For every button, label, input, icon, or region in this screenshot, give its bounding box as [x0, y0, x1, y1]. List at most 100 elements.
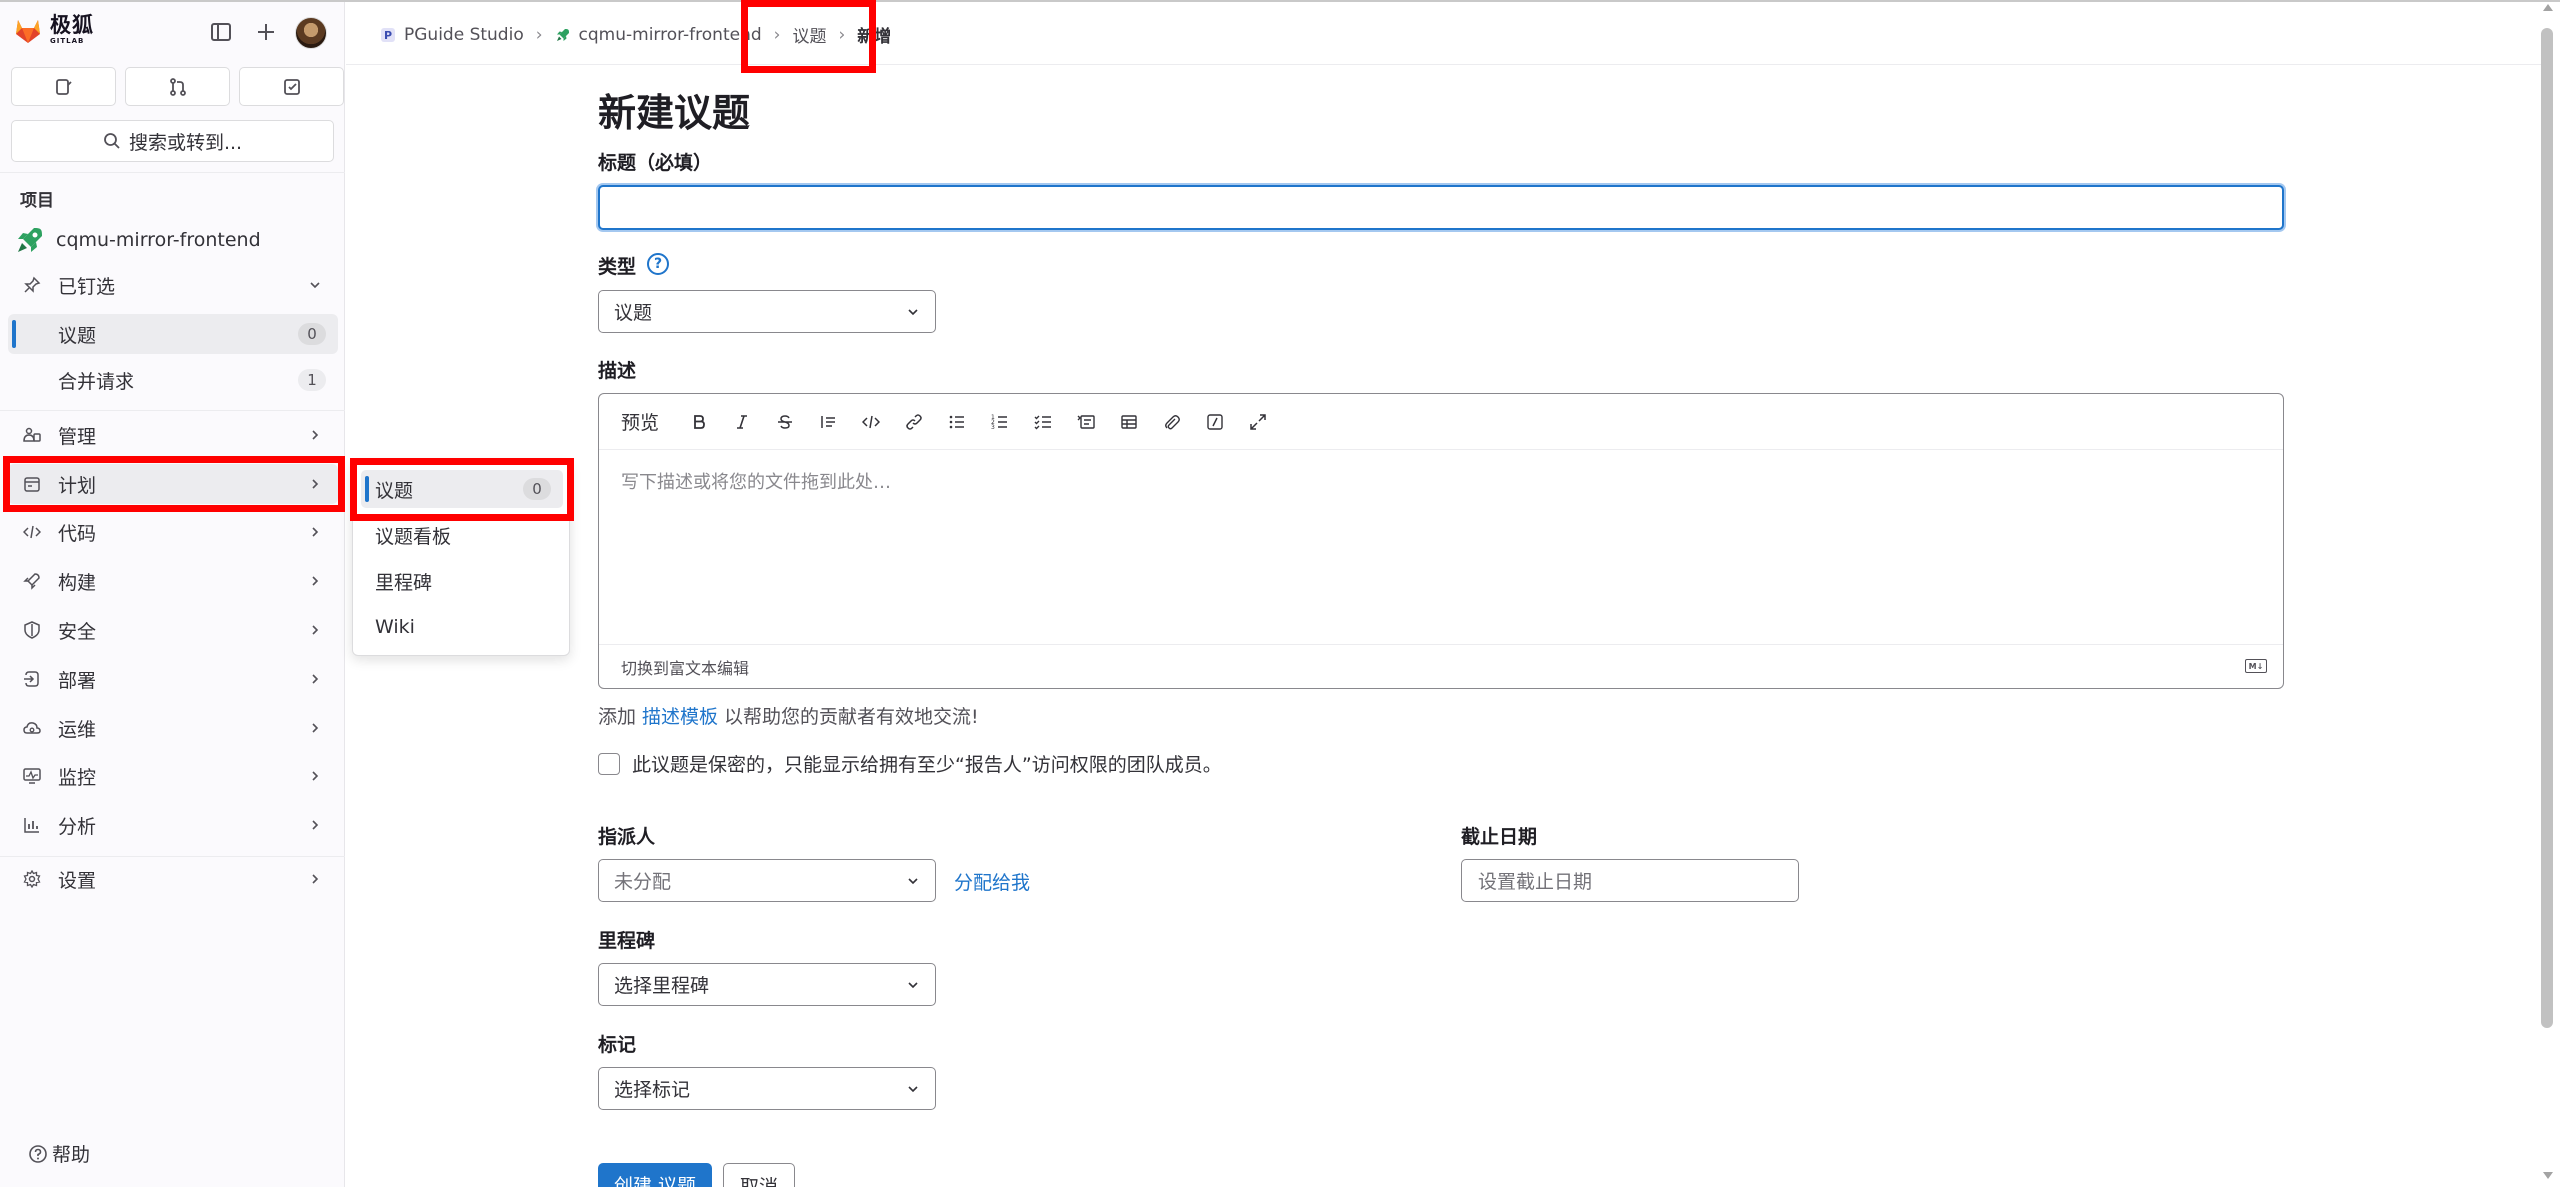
sidebar-item-label: 监控	[58, 766, 97, 789]
sidebar-pinned-label: 已钉选	[58, 275, 116, 298]
collapsible-section-icon[interactable]	[1064, 407, 1107, 437]
sidebar-item-label: 设置	[58, 869, 97, 892]
sidebar-item-manage[interactable]: 管理	[8, 415, 338, 455]
table-icon[interactable]	[1107, 407, 1150, 437]
sidebar-item-settings[interactable]: 设置	[8, 859, 338, 899]
chevron-right-icon	[312, 625, 319, 635]
quick-action-icon[interactable]	[1193, 407, 1236, 437]
merge-requests-count-badge: 1	[298, 369, 326, 391]
cloud-gear-icon	[22, 718, 42, 738]
gear-icon	[22, 869, 42, 889]
sidebar-item-monitor[interactable]: 监控	[8, 756, 338, 796]
type-select[interactable]: 议题	[598, 290, 936, 333]
breadcrumb-issues[interactable]: 议题	[792, 22, 826, 47]
breadcrumb-label: 新增	[857, 27, 892, 47]
sidebar-item-secure[interactable]: 安全	[8, 610, 338, 650]
title-label: 标题（必填）	[598, 152, 713, 174]
project-link[interactable]: cqmu-mirror-frontend	[14, 224, 261, 256]
search-button[interactable]: 搜索或转到...	[11, 120, 334, 162]
plan-flyout-menu: 议题 0 议题看板 里程碑 Wiki	[352, 461, 570, 656]
sidebar-item-label: 运维	[58, 718, 97, 741]
bold-icon[interactable]	[677, 407, 720, 437]
divider	[0, 410, 345, 411]
breadcrumb-project[interactable]: cqmu-mirror-frontend	[555, 25, 762, 45]
rocket-icon	[22, 571, 42, 591]
create-issue-button[interactable]: 创建 议题	[598, 1163, 712, 1187]
task-list-icon[interactable]	[1021, 407, 1064, 437]
sidebar-pinned-toggle[interactable]: 已钉选	[8, 265, 338, 305]
editor-toolbar: 预览 123	[599, 394, 2283, 450]
sidebar-item-code[interactable]: 代码	[8, 512, 338, 552]
flyout-item-issues[interactable]: 议题 0	[361, 470, 563, 508]
todos-button[interactable]	[239, 67, 344, 106]
labels-select[interactable]: 选择标记	[598, 1067, 936, 1110]
rich-text-toggle[interactable]: 切换到富文本编辑	[621, 655, 749, 679]
cancel-button[interactable]: 取消	[723, 1163, 795, 1187]
title-input[interactable]	[598, 185, 2284, 230]
sidebar-item-label: 计划	[58, 474, 97, 497]
help-circle-icon[interactable]: ?	[647, 253, 669, 275]
breadcrumb-separator-icon: ›	[838, 24, 846, 45]
sidebar-item-label: 管理	[58, 425, 97, 448]
create-new-icon[interactable]	[252, 18, 280, 46]
due-date-label: 截止日期	[1461, 826, 1538, 848]
bulleted-list-icon[interactable]	[935, 407, 978, 437]
collapse-sidebar-icon[interactable]	[207, 18, 235, 46]
preview-tab[interactable]: 预览	[621, 408, 659, 435]
numbered-list-icon[interactable]: 123	[978, 407, 1021, 437]
group-avatar-icon: P	[381, 27, 395, 42]
scroll-down-arrow-icon[interactable]	[2543, 1172, 2553, 1179]
chevron-right-icon	[312, 576, 319, 586]
sidebar-item-label: 议题	[58, 324, 97, 347]
due-date-input[interactable]: 设置截止日期	[1461, 859, 1799, 902]
assign-to-me-link[interactable]: 分配给我	[954, 868, 1030, 895]
milestone-select[interactable]: 选择里程碑	[598, 963, 936, 1006]
chevron-right-icon	[312, 674, 319, 684]
flyout-item-wiki[interactable]: Wiki	[361, 608, 563, 646]
pin-icon	[22, 275, 42, 295]
divider	[0, 172, 345, 173]
breadcrumb-group[interactable]: P PGuide Studio	[380, 25, 524, 45]
link-icon[interactable]	[892, 407, 935, 437]
assigned-issues-button[interactable]	[11, 67, 116, 106]
italic-icon[interactable]	[720, 407, 763, 437]
flyout-item-milestones[interactable]: 里程碑	[361, 562, 563, 600]
sidebar-item-issues[interactable]: 议题 0	[8, 314, 338, 354]
description-template-link[interactable]: 描述模板	[642, 702, 718, 729]
search-icon	[104, 133, 120, 149]
description-placeholder: 写下描述或将您的文件拖到此处…	[621, 472, 891, 493]
flyout-item-label: Wiki	[375, 616, 415, 638]
attachment-icon[interactable]	[1150, 407, 1193, 437]
code-icon[interactable]	[849, 407, 892, 437]
template-prefix: 添加	[598, 706, 637, 728]
quote-icon[interactable]	[806, 407, 849, 437]
merge-request-icon	[169, 77, 186, 96]
issues-icon	[55, 78, 72, 95]
fullscreen-icon[interactable]	[1236, 407, 1279, 437]
description-template-hint: 添加 描述模板 以帮助您的贡献者有效地交流!	[598, 702, 979, 729]
merge-requests-button[interactable]	[125, 67, 230, 106]
brand-logo[interactable]: 极狐 GITLAB	[12, 14, 94, 46]
flyout-item-issue-boards[interactable]: 议题看板	[361, 516, 563, 554]
assignee-select[interactable]: 未分配	[598, 859, 936, 902]
confidential-checkbox[interactable]	[598, 752, 620, 775]
scroll-up-arrow-icon[interactable]	[2543, 4, 2553, 11]
flyout-item-label: 议题	[375, 479, 414, 502]
help-button[interactable]: 帮助	[28, 1140, 90, 1167]
sidebar-item-plan[interactable]: 计划	[8, 464, 338, 504]
sidebar-item-operate[interactable]: 运维	[8, 708, 338, 748]
chevron-right-icon	[312, 771, 319, 781]
sidebar-item-merge-requests[interactable]: 合并请求 1	[8, 360, 338, 400]
sidebar-item-label: 安全	[58, 620, 97, 643]
sidebar-item-deploy[interactable]: 部署	[8, 659, 338, 699]
chevron-right-icon	[312, 479, 319, 489]
sidebar-item-analyze[interactable]: 分析	[8, 805, 338, 845]
rocket-icon	[18, 228, 42, 252]
page-title: 新建议题	[598, 91, 751, 135]
monitor-icon	[22, 766, 42, 786]
user-avatar[interactable]	[295, 17, 327, 49]
sidebar-item-build[interactable]: 构建	[8, 561, 338, 601]
chevron-right-icon	[312, 874, 319, 884]
strikethrough-icon[interactable]	[763, 407, 806, 437]
scrollbar[interactable]	[2541, 28, 2553, 1028]
